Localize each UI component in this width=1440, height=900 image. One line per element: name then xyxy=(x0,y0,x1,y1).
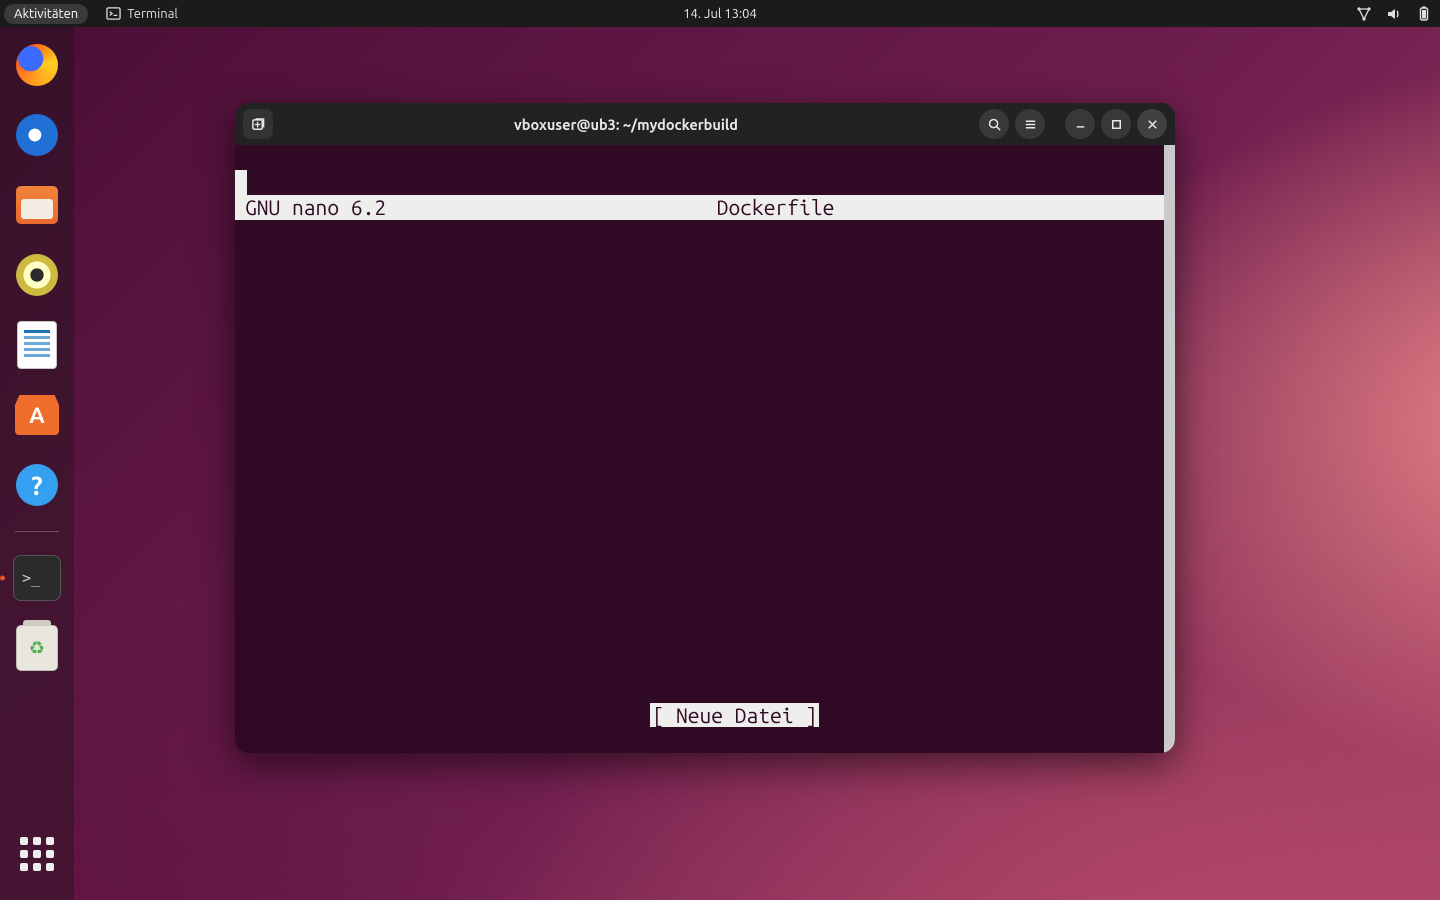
dock: ? >_ xyxy=(0,27,74,900)
firefox-icon[interactable] xyxy=(13,41,61,89)
minimize-button[interactable] xyxy=(1065,109,1095,139)
nano-status-line: [ Neue Datei ] xyxy=(235,678,1164,703)
search-button[interactable] xyxy=(979,109,1009,139)
terminal-scrollbar[interactable] xyxy=(1164,145,1175,753)
window-title: vboxuser@ub3: ~/mydockerbuild xyxy=(279,116,973,133)
nano-shortcut-bar: ^GHilfe^OSpeichern^WWo ist^KAusschneid^T… xyxy=(235,703,1164,753)
nano-edit-area[interactable] xyxy=(235,170,1164,678)
active-app-name: Terminal xyxy=(127,7,178,21)
hamburger-menu-button[interactable] xyxy=(1015,109,1045,139)
system-tray[interactable] xyxy=(1356,6,1432,22)
show-apps-icon[interactable] xyxy=(13,830,61,878)
window-titlebar[interactable]: vboxuser@ub3: ~/mydockerbuild xyxy=(235,103,1175,145)
clock[interactable]: 14. Jul 13:04 xyxy=(683,7,757,21)
help-icon[interactable]: ? xyxy=(13,461,61,509)
battery-icon xyxy=(1416,6,1432,22)
close-button[interactable] xyxy=(1137,109,1167,139)
files-icon[interactable] xyxy=(13,181,61,229)
top-panel: Aktivitäten Terminal 14. Jul 13:04 xyxy=(0,0,1440,27)
terminal-icon[interactable]: >_ xyxy=(13,554,61,602)
terminal-indicator-icon xyxy=(106,6,121,21)
thunderbird-icon[interactable] xyxy=(13,111,61,159)
libreoffice-writer-icon[interactable] xyxy=(13,321,61,369)
trash-icon[interactable] xyxy=(13,624,61,672)
ubuntu-software-icon[interactable] xyxy=(13,391,61,439)
activities-button[interactable]: Aktivitäten xyxy=(4,4,88,24)
dock-separator xyxy=(15,531,59,532)
rhythmbox-icon[interactable] xyxy=(13,251,61,299)
volume-icon xyxy=(1386,6,1402,22)
terminal-viewport[interactable]: GNU nano 6.2 Dockerfile [ Neue Datei ] ^… xyxy=(235,145,1175,753)
network-icon xyxy=(1356,6,1372,22)
nano-cursor xyxy=(235,170,247,195)
maximize-button[interactable] xyxy=(1101,109,1131,139)
terminal-window: vboxuser@ub3: ~/mydockerbuild GNU nano 6… xyxy=(235,103,1175,753)
active-app-indicator[interactable]: Terminal xyxy=(106,6,178,21)
new-tab-button[interactable] xyxy=(243,109,273,139)
